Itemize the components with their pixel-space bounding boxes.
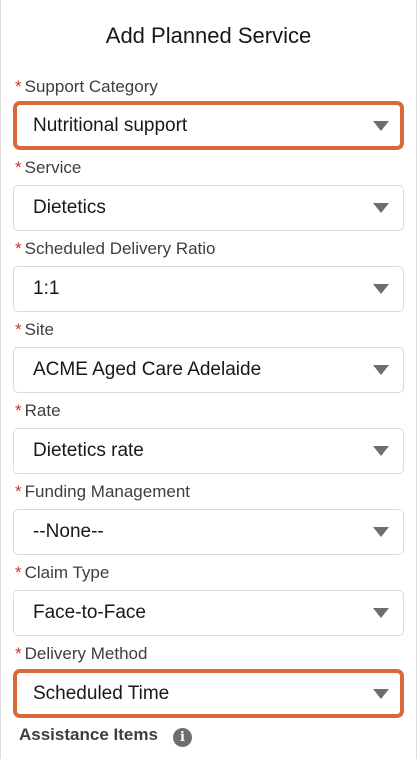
scheduled-delivery-ratio-value: 1:1	[33, 278, 60, 299]
chevron-down-icon	[373, 120, 389, 131]
delivery-method-value: Scheduled Time	[33, 682, 170, 704]
required-marker: *	[15, 320, 22, 339]
chevron-down-icon	[373, 446, 389, 456]
support-category-select[interactable]: Nutritional support	[13, 101, 404, 150]
chevron-down-icon	[373, 365, 389, 375]
required-marker: *	[15, 401, 22, 420]
service-label-text: Service	[24, 158, 82, 177]
scheduled-delivery-ratio-label-text: Scheduled Delivery Ratio	[24, 239, 216, 258]
support-category-value: Nutritional support	[33, 114, 188, 136]
chevron-down-icon	[373, 527, 389, 537]
scheduled-delivery-ratio-select[interactable]: 1:1	[13, 266, 404, 312]
chevron-down-icon	[373, 203, 389, 213]
chevron-down-icon	[373, 688, 389, 699]
required-marker: *	[15, 563, 22, 582]
rate-label-text: Rate	[24, 401, 61, 420]
panel-title: Add Planned Service	[105, 23, 312, 48]
service-select[interactable]: Dietetics	[13, 185, 404, 231]
required-marker: *	[15, 77, 22, 96]
site-label-text: Site	[24, 320, 54, 339]
claim-type-select[interactable]: Face-to-Face	[13, 590, 404, 636]
rate-select[interactable]: Dietetics rate	[13, 428, 404, 474]
funding-management-label: * Funding Management	[15, 482, 190, 502]
service-value: Dietetics	[33, 197, 106, 218]
funding-management-select[interactable]: --None--	[13, 509, 404, 555]
required-marker: *	[15, 644, 22, 663]
chevron-down-icon	[373, 608, 389, 618]
funding-management-value: --None--	[33, 521, 104, 542]
site-value: ACME Aged Care Adelaide	[33, 359, 262, 380]
funding-management-label-text: Funding Management	[24, 482, 191, 501]
support-category-label: * Support Category	[15, 77, 158, 97]
required-marker: *	[15, 482, 22, 501]
delivery-method-label: * Delivery Method	[15, 644, 147, 664]
required-marker: *	[15, 158, 22, 177]
delivery-method-label-text: Delivery Method	[24, 644, 148, 663]
site-select[interactable]: ACME Aged Care Adelaide	[13, 347, 404, 393]
service-label: * Service	[15, 158, 81, 178]
support-category-label-text: Support Category	[24, 77, 158, 96]
claim-type-label: * Claim Type	[15, 563, 109, 583]
site-label: * Site	[15, 320, 54, 340]
rate-value: Dietetics rate	[33, 440, 144, 461]
rate-label: * Rate	[15, 401, 61, 421]
claim-type-label-text: Claim Type	[24, 563, 110, 582]
claim-type-value: Face-to-Face	[33, 602, 146, 623]
add-planned-service-panel: Add Planned Service * Support Category Nu…	[0, 0, 417, 759]
info-icon[interactable]: i	[173, 728, 192, 747]
required-marker: *	[15, 239, 22, 258]
scheduled-delivery-ratio-label: * Scheduled Delivery Ratio	[15, 239, 216, 259]
chevron-down-icon	[373, 284, 389, 294]
delivery-method-select[interactable]: Scheduled Time	[13, 669, 404, 718]
assistance-items-label: Assistance Items	[19, 725, 158, 744]
